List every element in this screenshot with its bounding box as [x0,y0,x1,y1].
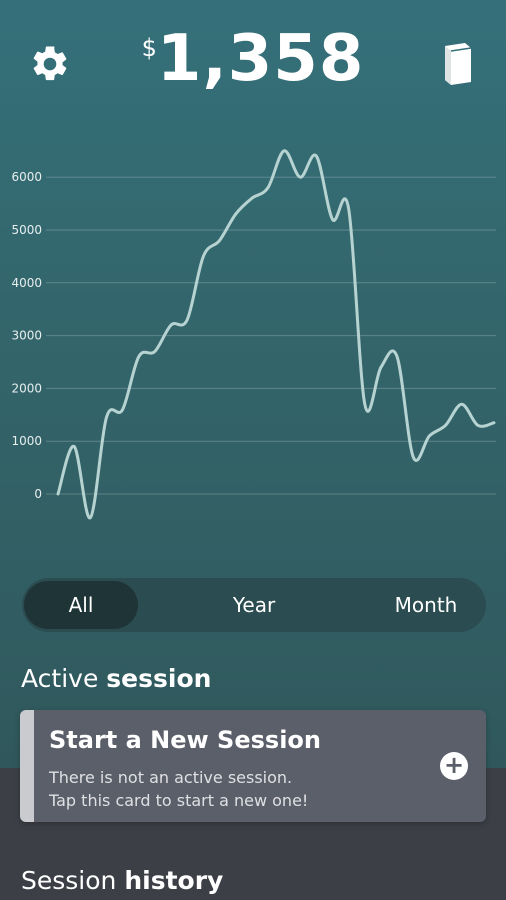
card-accent-stripe [20,710,34,822]
y-tick-label: 6000 [11,170,42,184]
balance-series-line [56,149,496,520]
range-option-all[interactable]: All [24,581,138,629]
session-history-heading: Session history [21,866,223,895]
range-option-month[interactable]: Month [366,578,486,632]
y-tick-label: 0 [34,487,42,501]
balance-display: $1,358 [0,22,506,96]
y-tick-label: 4000 [11,276,42,290]
balance-amount: 1,358 [156,22,365,96]
range-option-year[interactable]: Year [194,578,314,632]
session-history-heading-bold: history [124,866,224,895]
y-tick-label: 5000 [11,223,42,237]
active-session-heading-bold: session [106,664,212,693]
balance-line-chart: 0 1000 2000 3000 4000 5000 6000 [11,149,496,520]
header: $1,358 [0,0,506,120]
range-toggle: All Year Month [22,578,486,632]
currency-symbol: $ [141,34,157,62]
session-history-heading-light: Session [21,866,117,895]
y-tick-label: 2000 [11,381,42,395]
card-title: Start a New Session [49,726,321,754]
card-description-line-1: There is not an active session. [49,768,293,787]
active-session-heading: Active session [21,664,211,693]
card-description: There is not an active session. Tap this… [49,766,308,812]
plus-icon[interactable]: + [440,752,468,780]
start-session-card[interactable]: Start a New Session There is not an acti… [20,710,486,822]
y-tick-label: 3000 [11,329,42,343]
y-tick-label: 1000 [11,434,42,448]
card-description-line-2: Tap this card to start a new one! [49,791,309,810]
active-session-heading-light: Active [21,664,99,693]
book-icon[interactable] [437,40,479,86]
